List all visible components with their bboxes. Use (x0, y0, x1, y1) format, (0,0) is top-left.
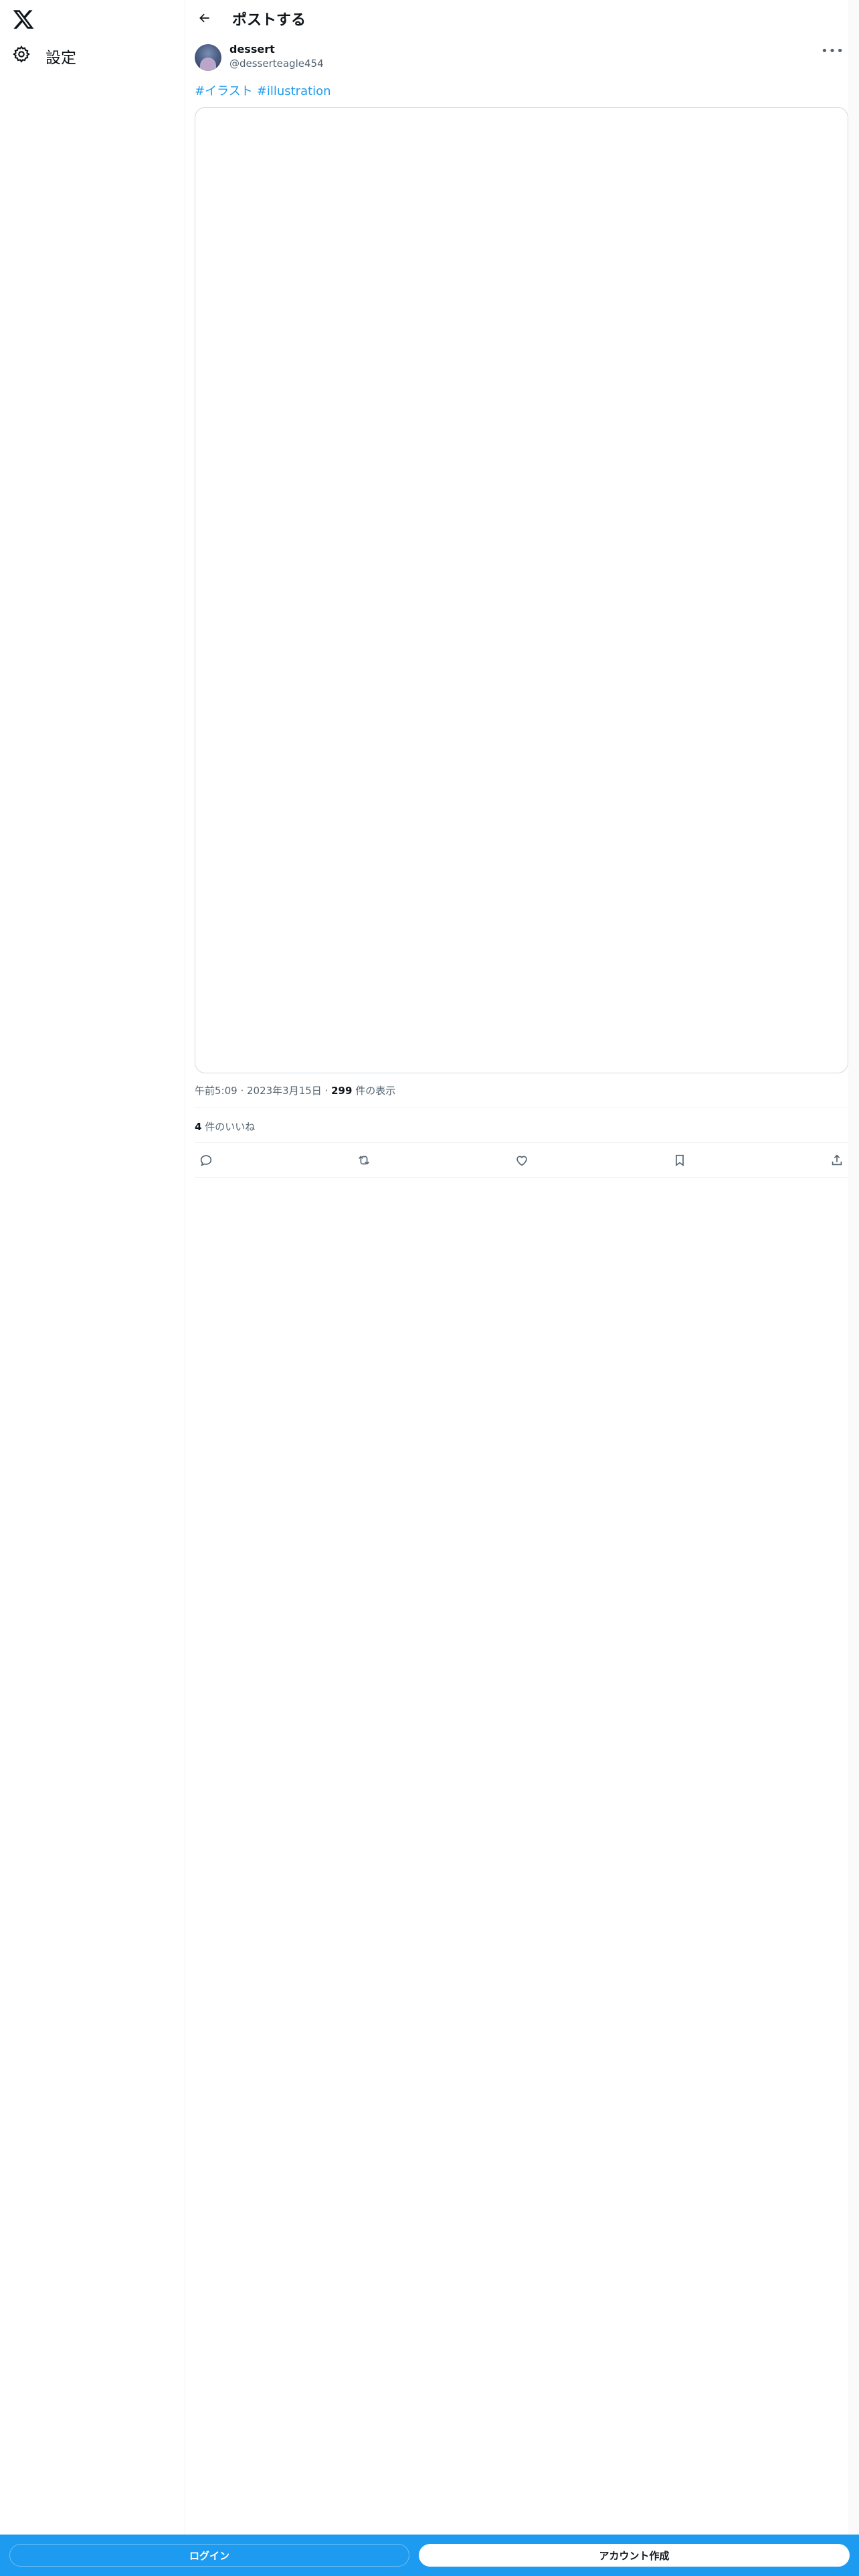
divider (195, 1142, 848, 1143)
hashtag-link[interactable]: #illustration (257, 84, 331, 98)
login-bar: ログイン アカウント作成 (0, 2535, 859, 2576)
signup-button[interactable]: アカウント作成 (419, 2544, 850, 2567)
left-sidebar: 設定 (0, 0, 185, 2576)
reply-icon[interactable] (195, 1149, 217, 1172)
right-gutter (848, 0, 859, 2535)
avatar[interactable] (195, 44, 221, 71)
post-time[interactable]: 午前5:09 (195, 1085, 237, 1097)
post-date[interactable]: 2023年3月15日 (247, 1085, 322, 1097)
likes-row[interactable]: 4 件のいいね (195, 1119, 255, 1134)
bookmark-icon[interactable] (668, 1149, 691, 1172)
post-meta: 午前5:09 · 2023年3月15日 · 299 件の表示 (195, 1085, 396, 1097)
x-logo-icon[interactable] (12, 8, 35, 31)
views-count: 299 (331, 1085, 353, 1097)
share-icon[interactable] (826, 1149, 848, 1172)
divider (195, 1107, 848, 1108)
page-title: ポストする (232, 12, 306, 29)
settings-nav-item[interactable]: 設定 (12, 43, 76, 70)
author-name[interactable]: dessert (229, 43, 275, 56)
login-button[interactable]: ログイン (9, 2544, 409, 2567)
header: ポストする (185, 0, 859, 36)
gear-icon (12, 45, 31, 68)
repost-icon[interactable] (353, 1149, 375, 1172)
media-image[interactable] (195, 107, 848, 1073)
arrow-left-icon[interactable] (195, 8, 215, 28)
likes-count: 4 (195, 1121, 202, 1133)
views-label: 件の表示 (355, 1085, 396, 1097)
hashtags: #イラスト #illustration (195, 82, 335, 99)
settings-label: 設定 (45, 49, 76, 67)
likes-label: 件のいいね (205, 1121, 256, 1133)
more-icon[interactable]: ••• (821, 44, 844, 58)
action-bar (195, 1149, 848, 1172)
hashtag-link[interactable]: #イラスト (195, 84, 253, 98)
like-icon[interactable] (510, 1149, 533, 1172)
main-column: ポストする dessert @desserteagle454 ••• #イラスト… (185, 0, 859, 2535)
author-handle[interactable]: @desserteagle454 (229, 58, 324, 70)
divider (195, 1177, 848, 1178)
